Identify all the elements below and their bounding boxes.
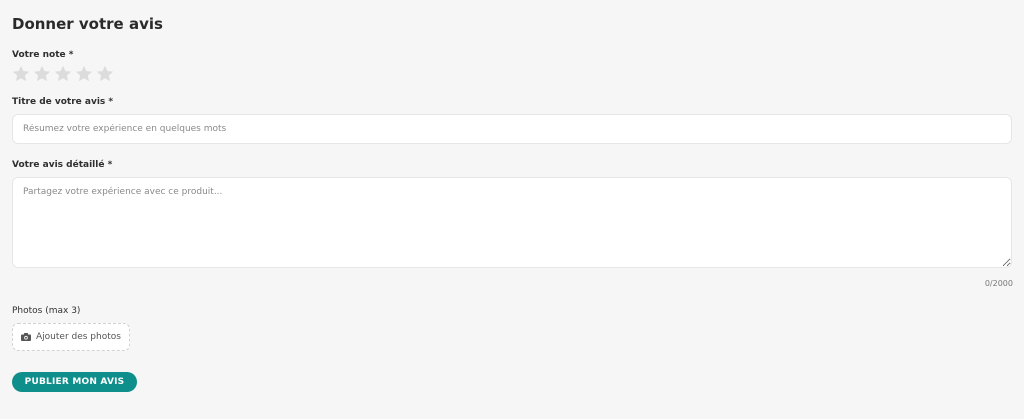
publish-review-label: PUBLIER MON AVIS [24, 377, 125, 387]
star-icon[interactable] [74, 64, 94, 84]
char-counter: 0/2000 [984, 279, 1013, 288]
review-body-textarea[interactable] [12, 177, 1012, 268]
add-photos-label: Ajouter des photos [36, 332, 121, 342]
form-title: Donner votre avis [12, 15, 163, 33]
camera-icon [21, 333, 32, 341]
review-body-label: Votre avis détaillé * [12, 160, 113, 170]
star-icon[interactable] [32, 64, 52, 84]
review-title-input[interactable] [12, 114, 1012, 144]
star-icon[interactable] [11, 64, 31, 84]
publish-review-button[interactable]: PUBLIER MON AVIS [12, 372, 137, 392]
rating-label: Votre note * [12, 50, 74, 60]
star-icon[interactable] [95, 64, 115, 84]
review-title-label: Titre de votre avis * [12, 97, 114, 107]
photos-label: Photos (max 3) [12, 306, 81, 316]
star-icon[interactable] [53, 64, 73, 84]
review-form: Donner votre avis Votre note * Titre de … [0, 0, 1024, 419]
star-rating [11, 64, 115, 84]
add-photos-button[interactable]: Ajouter des photos [12, 323, 130, 351]
